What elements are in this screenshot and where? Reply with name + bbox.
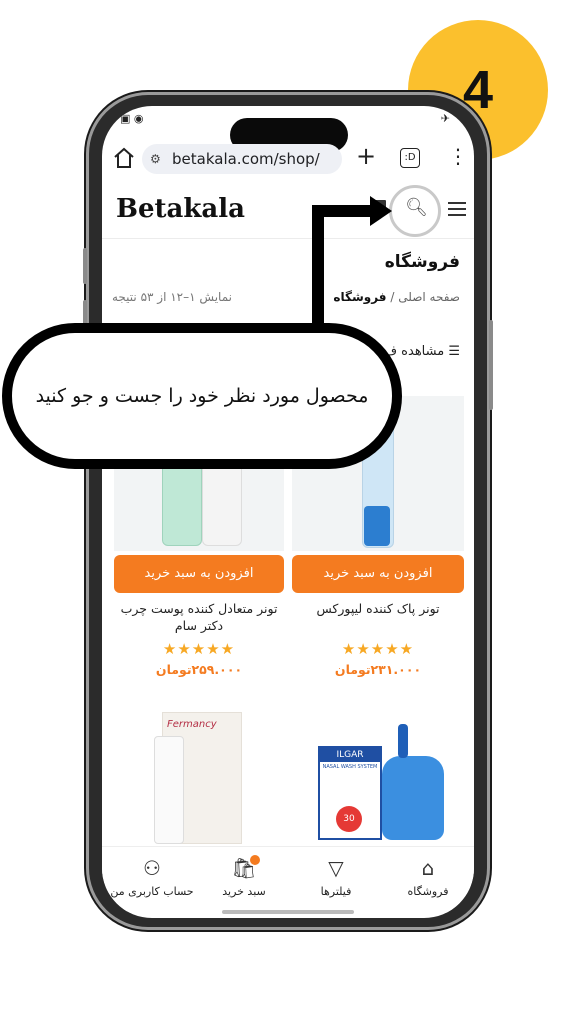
bottle-nozzle [398, 724, 408, 758]
new-tab-button[interactable]: + [354, 142, 378, 170]
product-name[interactable]: تونر متعادل کننده پوست چرب دکتر سام [114, 600, 284, 634]
pointer-arrow-head [370, 196, 392, 226]
phone-screen: ▣ ◉ ✈ ⚙ betakala.com/shop/ + :D ⋮ Betaka… [102, 106, 474, 918]
address-bar[interactable]: ⚙ betakala.com/shop/ [142, 144, 342, 174]
home-indicator [222, 910, 354, 914]
bottom-navigation: ⌂ فروشگاه ▽ فیلترها 🛍︎ سبد خرید ⚇ حساب ک… [102, 846, 474, 913]
power-button [489, 320, 493, 410]
brand-label: ILGAR [320, 748, 380, 762]
count-badge: 30 [336, 806, 362, 832]
brand-label: Fermancy [167, 719, 217, 730]
status-icons-left: ▣ ◉ [120, 112, 144, 125]
product-image[interactable]: Fermancy [132, 706, 262, 846]
product-price: ۲۵۹.۰۰۰تومان [155, 662, 243, 677]
home-icon[interactable] [112, 146, 136, 170]
nav-cart[interactable]: 🛍︎ سبد خرید [198, 855, 290, 898]
nav-filters[interactable]: ▽ فیلترها [290, 855, 382, 898]
status-icons-right: ✈ [440, 112, 450, 125]
add-to-cart-button[interactable]: افزودن به سبد خرید [292, 555, 464, 593]
nav-account[interactable]: ⚇ حساب کاربری من [106, 855, 198, 898]
product-bottle [382, 756, 444, 840]
nav-shop[interactable]: ⌂ فروشگاه [382, 855, 474, 898]
site-settings-icon[interactable]: ⚙ [150, 152, 161, 166]
tab-switcher-button[interactable]: :D [400, 148, 420, 168]
browser-toolbar: ⚙ betakala.com/shop/ + :D ⋮ [102, 140, 474, 180]
view-label: مشاهده ف [383, 344, 445, 359]
site-logo[interactable]: Betakala [116, 194, 245, 224]
instruction-bubble: محصول مورد نظر خود را جست و جو کنید [2, 323, 402, 469]
search-button[interactable]: 🔍︎ [389, 185, 441, 237]
search-icon: 🔍︎ [405, 197, 428, 218]
view-options[interactable]: ☰ مشاهده ف [384, 344, 460, 359]
add-to-cart-button[interactable]: افزودن به سبد خرید [114, 555, 284, 593]
browser-menu-icon[interactable]: ⋮ [448, 144, 468, 168]
cart-count-badge [250, 855, 260, 865]
product-name[interactable]: تونر پاک کننده لیپورکس [292, 600, 464, 617]
results-count: نمایش ۱–۱۲ از ۵۳ نتیجه [112, 290, 232, 304]
product-box: ILGAR NASAL WASH SYSTEM 30 [318, 746, 382, 840]
product-image[interactable]: ILGAR NASAL WASH SYSTEM 30 [300, 716, 460, 846]
instruction-text: محصول مورد نظر خود را جست و جو کنید [35, 385, 369, 407]
filter-icon: ▽ [328, 856, 344, 880]
rating-stars: ★★★★★ [162, 640, 236, 658]
product-price: ۲۳۱.۰۰۰تومان [334, 662, 422, 677]
breadcrumb-current: فروشگاه [333, 290, 387, 304]
product-tube [154, 736, 184, 844]
pointer-arrow-shaft [312, 205, 372, 217]
site-header: Betakala 🔍︎ [102, 182, 474, 239]
pointer-arrow-stem [312, 205, 324, 333]
brand-sublabel: NASAL WASH SYSTEM [322, 764, 378, 770]
user-icon: ⚇ [143, 856, 161, 880]
cart-icon: 🛍︎ [231, 856, 257, 880]
volume-up-button [83, 248, 87, 284]
rating-stars: ★★★★★ [341, 640, 415, 658]
page-title: فروشگاه [384, 252, 460, 272]
breadcrumb: صفحه اصلی / فروشگاه [333, 290, 460, 304]
breadcrumb-home[interactable]: صفحه اصلی [398, 290, 460, 304]
shop-icon: ⌂ [421, 856, 435, 880]
breadcrumb-separator: / [390, 290, 395, 304]
url-text: betakala.com/shop/ [172, 150, 320, 168]
hamburger-menu-icon[interactable] [448, 198, 466, 220]
